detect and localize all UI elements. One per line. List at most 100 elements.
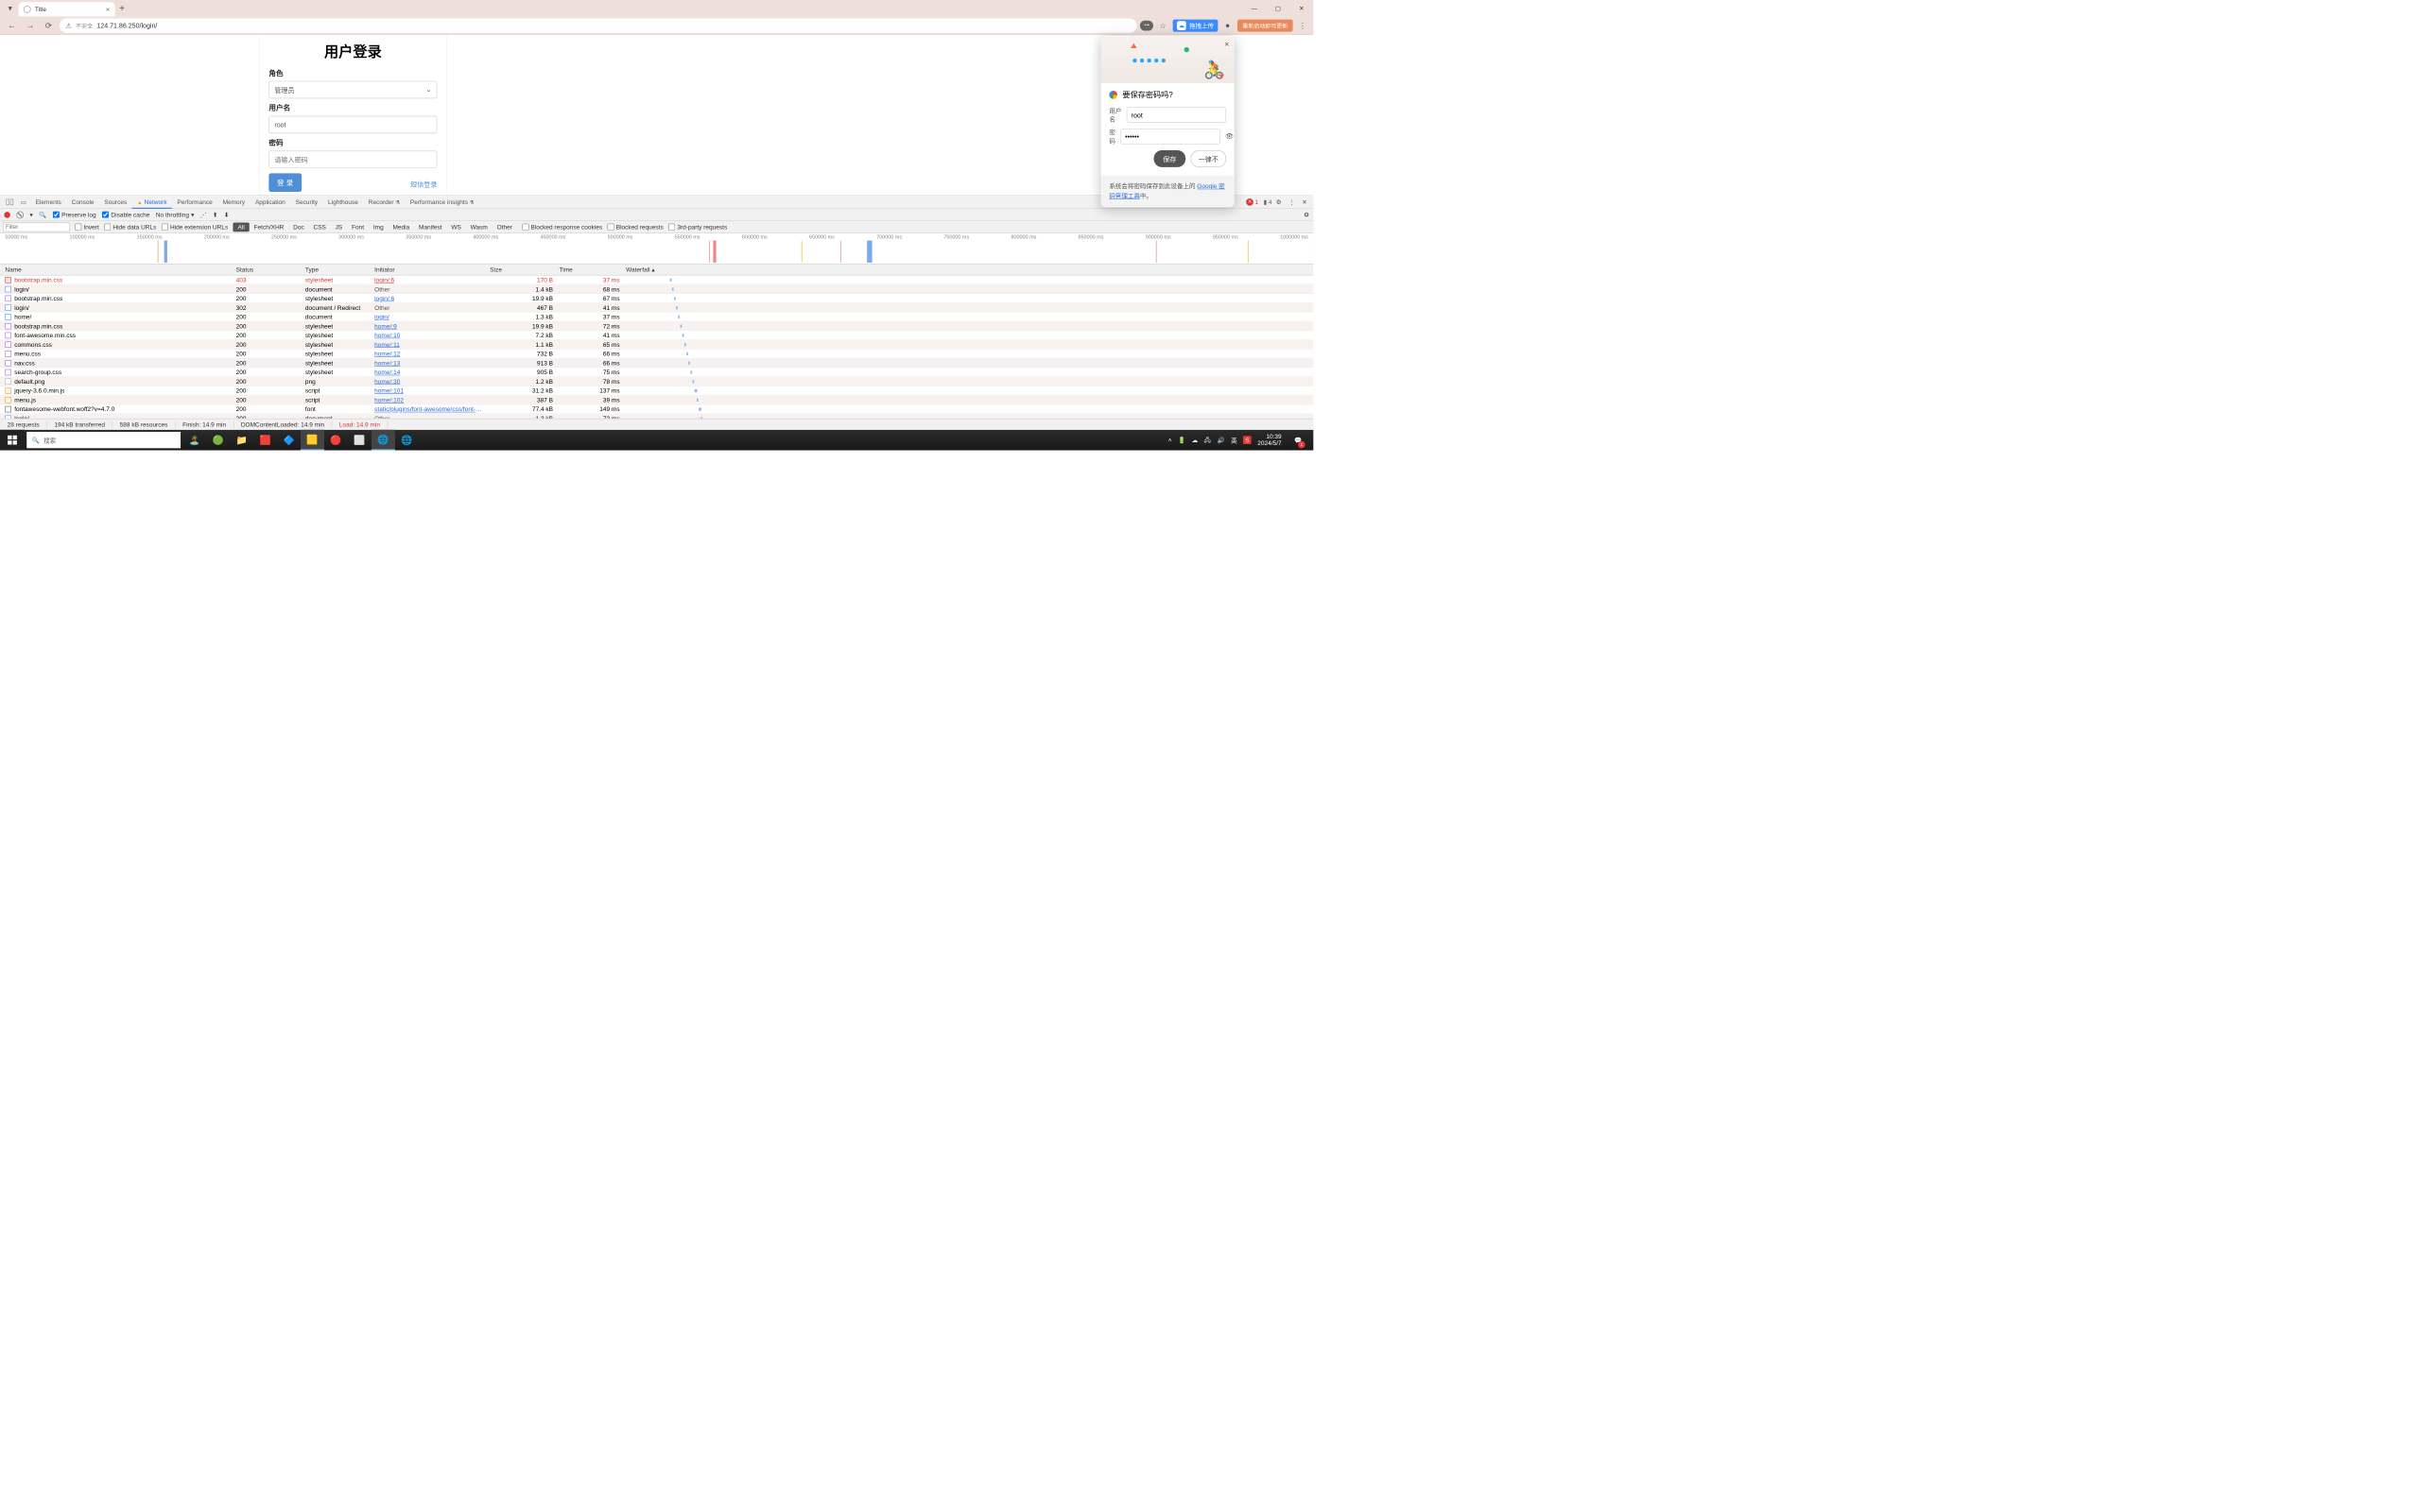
invert-checkbox[interactable]: Invert [75,223,99,231]
restart-to-update-button[interactable]: 重新启动即可更新 [1237,19,1293,31]
devtools-more-icon[interactable]: ⋮ [1286,197,1298,208]
col-status[interactable]: Status [233,265,302,274]
taskbar-app-4[interactable]: 🔷 [277,430,301,451]
record-button[interactable] [4,212,10,218]
filter-type-other[interactable]: Other [493,222,517,232]
inspect-element-icon[interactable] [3,197,16,207]
filter-type-img[interactable]: Img [369,222,389,232]
taskbar-app-wechat[interactable]: 🟢 [206,430,230,451]
filter-type-manifest[interactable]: Manifest [414,222,446,232]
sms-login-link[interactable]: 短信登录 [410,179,437,188]
devtools-close-icon[interactable]: ✕ [1299,197,1310,208]
taskbar-app-6[interactable]: 🔴 [324,430,348,451]
network-row[interactable]: bootstrap.min.css200stylesheetlogin/:619… [0,294,1313,303]
eye-icon[interactable]: 👁 [1225,132,1234,141]
role-select[interactable]: 管理员 ⌄ [268,81,437,98]
upload-extension-chip[interactable]: ☁ 拖拽上传 [1173,19,1219,31]
network-row[interactable]: home/200documentlogin/1.3 kB37 ms [0,313,1313,322]
tray-battery-icon[interactable]: 🔋 [1178,437,1185,444]
password-key-icon[interactable]: ⊶ [1140,20,1153,30]
device-toolbar-icon[interactable]: ▭ [17,197,29,208]
wifi-icon[interactable]: ⋰ [200,211,207,218]
network-row[interactable]: default.png200pnghome/:301.2 kB78 ms [0,377,1313,387]
filter-type-js[interactable]: JS [331,222,347,232]
network-table-header[interactable]: Name Status Type Initiator Size Time Wat… [0,264,1313,275]
network-row[interactable]: menu.js200scripthome/:102387 B39 ms [0,395,1313,404]
hide-extension-urls-checkbox[interactable]: Hide extension URLs [162,223,228,231]
filter-type-media[interactable]: Media [389,222,415,232]
start-button[interactable] [0,430,25,451]
network-settings-icon[interactable]: ⚙ [1304,211,1309,218]
popup-close-icon[interactable]: × [1224,40,1229,49]
filter-type-ws[interactable]: WS [446,222,465,232]
window-close-button[interactable]: ✕ [1289,0,1313,16]
devtools-tab-elements[interactable]: Elements [30,197,66,208]
popup-password-input[interactable] [1120,129,1219,144]
tray-cloud-icon[interactable]: ☁ [1192,437,1199,444]
network-row[interactable]: jquery-3.6.0.min.js200scripthome/:10131.… [0,387,1313,396]
taskbar-app-wps[interactable]: 🟥 [253,430,277,451]
taskbar-app-chrome[interactable]: 🌐 [372,430,395,451]
filter-type-all[interactable]: All [233,222,250,232]
bookmark-star-icon[interactable]: ☆ [1156,19,1169,32]
address-bar[interactable]: ⚠ 不安全 124.71.86.250/login/ [60,18,1137,32]
network-row[interactable]: menu.css200stylesheethome/:12732 B66 ms [0,350,1313,359]
taskbar-app-1[interactable]: 🏝️ [182,430,206,451]
notification-center-icon[interactable]: 💬1 [1288,430,1308,451]
network-row[interactable]: login/302document / RedirectOther467 B41… [0,303,1313,313]
forward-button[interactable]: → [23,18,38,33]
devtools-tab-network[interactable]: Network [132,197,172,209]
never-button[interactable]: 一律不 [1191,150,1226,167]
browser-tab[interactable]: Title × [19,2,115,16]
network-row[interactable]: commons.css200stylesheethome/:111.1 kB65… [0,340,1313,350]
profile-avatar-icon[interactable]: ● [1221,19,1235,32]
disable-cache-checkbox[interactable]: Disable cache [102,211,149,218]
ime-app-icon[interactable]: S [1243,436,1252,444]
network-row[interactable]: search-group.css200stylesheethome/:14905… [0,368,1313,377]
devtools-tab-memory[interactable]: Memory [217,197,250,208]
window-minimize-button[interactable]: — [1242,0,1266,16]
throttling-select[interactable]: No throttling ▾ [156,211,195,218]
preserve-log-checkbox[interactable]: Preserve log [53,211,96,218]
col-waterfall[interactable]: Waterfall ▴ [623,265,710,274]
col-size[interactable]: Size [487,265,556,274]
col-name[interactable]: Name [2,265,233,274]
network-row[interactable]: bootstrap.min.css403stylesheetlogin/:617… [0,275,1313,284]
password-input[interactable] [268,151,437,168]
reload-button[interactable]: ⟳ [41,18,56,33]
search-icon[interactable]: 🔍 [39,211,46,218]
save-button[interactable]: 保存 [1154,150,1186,167]
network-row[interactable]: fontawesome-webfont.woff2?v=4.7.0200font… [0,404,1313,414]
tray-network-icon[interactable]: 🖧 [1204,435,1211,445]
taskbar-search[interactable]: 🔍 搜索 [26,432,181,448]
devtools-tab-performance[interactable]: Performance [172,197,217,208]
ime-indicator[interactable]: 英 [1231,436,1237,444]
username-input[interactable] [268,116,437,133]
tab-search-chevron-icon[interactable]: ▾ [2,0,18,16]
devtools-settings-icon[interactable]: ⚙ [1273,197,1285,208]
taskbar-clock[interactable]: 10:39 2024/5/7 [1257,433,1281,446]
taskbar-app-explorer[interactable]: 📁 [230,430,253,451]
filter-type-wasm[interactable]: Wasm [466,222,493,232]
login-button[interactable]: 登 录 [268,173,302,192]
import-har-icon[interactable]: ⬇ [224,211,229,218]
network-row[interactable]: nav.css200stylesheethome/:13913 B66 ms [0,358,1313,368]
taskbar-app-chrome2[interactable]: 🌐 [395,430,419,451]
blocked-cookies-checkbox[interactable]: Blocked response cookies [522,223,602,231]
filter-type-font[interactable]: Font [347,222,369,232]
col-time[interactable]: Time [556,265,623,274]
window-maximize-button[interactable]: ▢ [1266,0,1289,16]
blocked-requests-checkbox[interactable]: Blocked requests [608,223,664,231]
back-button[interactable]: ← [4,18,19,33]
filter-type-fetch-xhr[interactable]: Fetch/XHR [250,222,289,232]
hide-data-urls-checkbox[interactable]: Hide data URLs [104,223,156,231]
col-type[interactable]: Type [302,265,372,274]
tray-volume-icon[interactable]: 🔊 [1217,437,1224,444]
export-har-icon[interactable]: ⬆ [213,211,217,218]
popup-username-input[interactable] [1127,107,1226,122]
filter-input[interactable] [3,222,70,232]
taskbar-app-5[interactable]: 🟨 [301,430,324,451]
taskbar-app-7[interactable]: ⬜ [348,430,372,451]
close-tab-icon[interactable]: × [106,5,110,13]
chrome-menu-icon[interactable]: ⋮ [1296,19,1309,32]
